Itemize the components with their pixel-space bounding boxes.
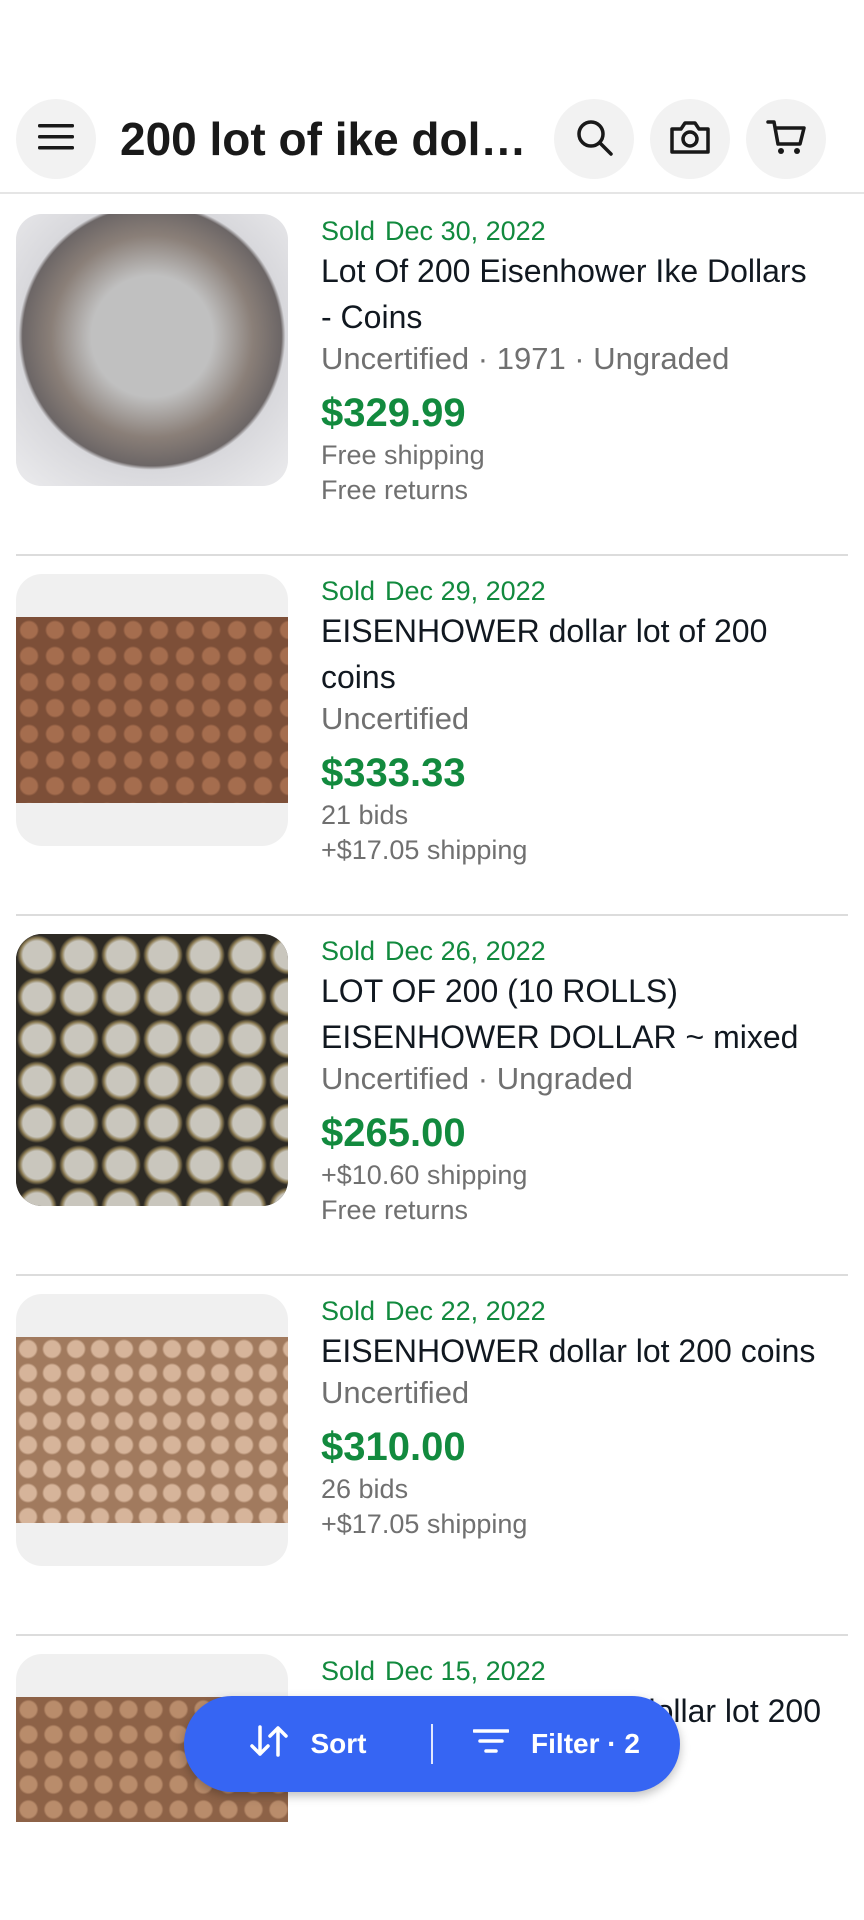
listing-thumbnail[interactable] [16,1294,288,1566]
listing-bids: 26 bids [321,1474,409,1504]
listing-shipping: Free shipping [321,440,485,470]
listing-subtitle: Uncertified [321,701,470,736]
listing-title[interactable]: EISENHOWER dollar lot of 200 coins [321,608,821,700]
copper-coins-image [16,1337,288,1523]
sold-status: Sold Dec 15, 2022 [321,1656,546,1686]
sold-status: Sold Dec 30, 2022 [321,216,546,246]
search-icon [574,117,614,162]
camera-button[interactable] [650,99,730,179]
listing-thumbnail[interactable] [16,214,288,486]
listing-shipping: +$17.05 shipping [321,1509,528,1539]
menu-button[interactable] [16,99,96,179]
listing-shipping: +$10.60 shipping [321,1160,528,1190]
results-list: Sold Dec 30, 2022 Lot Of 200 Eisenhower I… [16,196,848,1836]
listing-shipping: +$17.05 shipping [321,835,528,865]
listing-thumbnail[interactable] [16,934,288,1206]
sort-label: Sort [310,1728,367,1759]
search-header: 200 lot of ike dol… [0,86,864,194]
coins-in-bucket-image [16,214,288,486]
listing-thumbnail[interactable] [16,574,288,846]
listing-bids: 21 bids [321,800,409,830]
listing-returns: Free returns [321,1195,469,1225]
listing-item[interactable]: Sold Dec 26, 2022 LOT OF 200 (10 ROLLS) E… [16,916,848,1276]
listing-price: $265.00 [321,1111,466,1155]
cart-icon [766,118,806,161]
listing-item[interactable]: Sold Dec 22, 2022 EISENHOWER dollar lot 2… [16,1276,848,1636]
filter-label: Filter · 2 [531,1728,640,1759]
listing-subtitle: Uncertified [321,1375,470,1410]
filter-icon [472,1727,510,1762]
listing-price: $310.00 [321,1425,466,1469]
listing-item[interactable]: Sold Dec 30, 2022 Lot Of 200 Eisenhower I… [16,196,848,556]
filter-button[interactable]: Filter · 2 [433,1727,680,1762]
listing-title[interactable]: EISENHOWER dollar lot 200 coins [321,1328,821,1374]
sold-status: Sold Dec 22, 2022 [321,1296,546,1326]
listing-title[interactable]: Lot Of 200 Eisenhower Ike Dollars - Coin… [321,248,821,340]
sort-icon [249,1724,289,1764]
camera-icon [669,119,711,160]
sort-filter-bar: Sort Filter · 2 [184,1696,680,1792]
sold-status: Sold Dec 26, 2022 [321,936,546,966]
listing-price: $329.99 [321,391,466,435]
sort-button[interactable]: Sort [184,1724,431,1764]
mixed-dollar-coins-image [16,934,288,1206]
search-query-title[interactable]: 200 lot of ike dol… [120,112,540,166]
listing-title[interactable]: LOT OF 200 (10 ROLLS) EISENHOWER DOLLAR … [321,968,821,1060]
menu-icon [38,122,74,157]
listing-price: $333.33 [321,751,466,795]
sold-status: Sold Dec 29, 2022 [321,576,546,606]
cart-button[interactable] [746,99,826,179]
search-button[interactable] [554,99,634,179]
copper-coins-image [16,617,288,803]
listing-subtitle: Uncertified · Ungraded [321,1061,633,1096]
listing-item[interactable]: Sold Dec 29, 2022 EISENHOWER dollar lot o… [16,556,848,916]
listing-subtitle: Uncertified · 1971 · Ungraded [321,341,730,376]
listing-returns: Free returns [321,475,469,505]
